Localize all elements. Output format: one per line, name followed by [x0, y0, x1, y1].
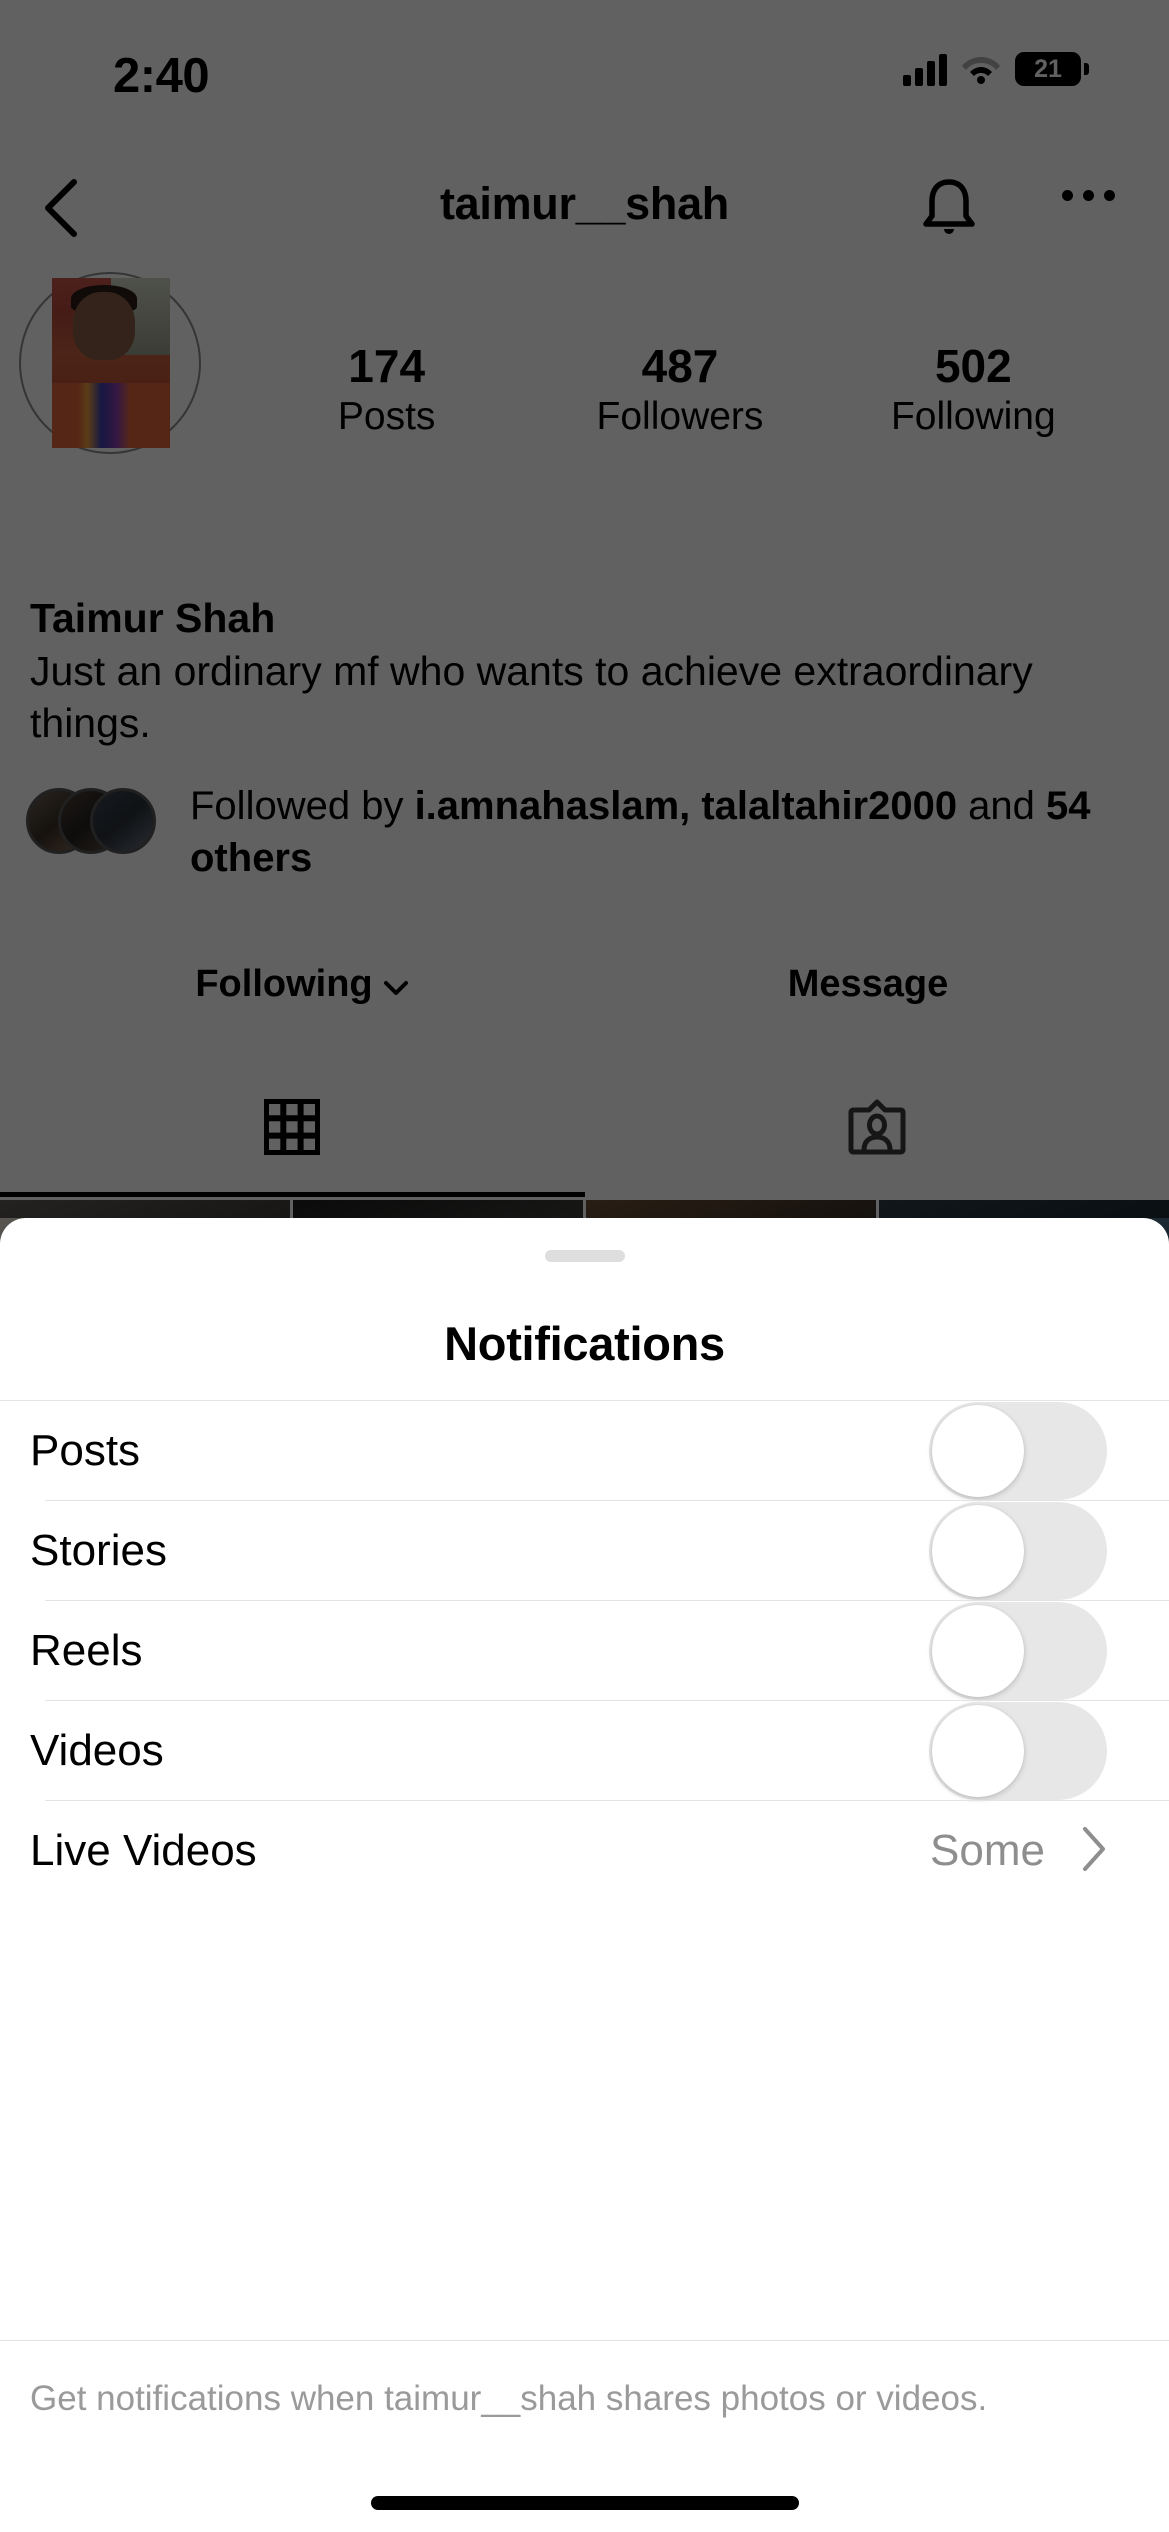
followed-by-row[interactable]: Followed by i.amnahaslam, talaltahir2000… — [26, 780, 1146, 884]
stat-followers-value: 487 — [641, 340, 719, 392]
profile-stats: 174 Posts 487 Followers 502 Following — [240, 340, 1120, 442]
footer-divider — [0, 2340, 1169, 2341]
reels-toggle[interactable] — [929, 1602, 1107, 1700]
row-live-videos-value: Some — [930, 1826, 1045, 1875]
notification-settings-list: Posts Stories Reels Videos Live Videos S… — [0, 1401, 1169, 1901]
bell-icon[interactable] — [913, 172, 985, 244]
stat-following-value: 502 — [934, 340, 1012, 392]
profile-tab-bar — [0, 1075, 1169, 1183]
grid-tab[interactable] — [0, 1075, 585, 1183]
status-time: 2:40 — [113, 49, 210, 103]
row-videos[interactable]: Videos — [0, 1701, 1169, 1801]
sheet-title: Notifications — [444, 1317, 725, 1370]
phone-screen: 2:40 21 taimur__shah 174 Posts 487 Follo… — [0, 0, 1169, 2532]
row-live-videos-label: Live Videos — [30, 1826, 257, 1875]
status-icons: 21 — [903, 52, 1089, 86]
status-bar: 2:40 21 — [0, 0, 1169, 135]
active-tab-underline — [0, 1192, 585, 1197]
row-live-videos[interactable]: Live Videos Some — [0, 1801, 1169, 1901]
ellipsis-icon[interactable] — [1062, 190, 1115, 201]
battery-icon: 21 — [1015, 52, 1089, 86]
followed-by-names: i.amnahaslam, talaltahir2000 — [414, 784, 958, 828]
cellular-signal-icon — [903, 52, 947, 86]
row-reels-label: Reels — [30, 1626, 143, 1675]
followed-by-prefix: Followed by — [190, 784, 415, 828]
stat-followers[interactable]: 487 Followers — [533, 340, 826, 442]
stat-posts-value: 174 — [348, 340, 426, 392]
row-reels[interactable]: Reels — [0, 1601, 1169, 1701]
mutual-avatars — [26, 788, 156, 858]
stat-posts-label: Posts — [337, 394, 436, 438]
stories-toggle[interactable] — [929, 1502, 1107, 1600]
bio-text: Just an ordinary mf who wants to achieve… — [30, 648, 1033, 747]
toggle-knob — [932, 1605, 1024, 1697]
toggle-knob — [932, 1505, 1024, 1597]
followed-by-middle: and — [957, 784, 1047, 828]
following-button[interactable]: Following — [30, 945, 574, 1023]
page-title: taimur__shah — [439, 178, 729, 229]
mutual-avatar — [90, 788, 156, 854]
row-stories[interactable]: Stories — [0, 1501, 1169, 1601]
message-button-label: Message — [787, 962, 949, 1005]
message-button[interactable]: Message — [596, 945, 1140, 1023]
stat-posts[interactable]: 174 Posts — [240, 340, 533, 442]
display-name: Taimur Shah — [30, 595, 276, 641]
avatar[interactable] — [52, 278, 170, 448]
wifi-icon — [961, 53, 1001, 85]
chevron-right-icon — [1079, 1824, 1109, 1879]
profile-nav-bar: taimur__shah — [0, 160, 1169, 260]
posts-toggle[interactable] — [929, 1402, 1107, 1500]
home-indicator[interactable] — [370, 2496, 799, 2510]
row-posts-label: Posts — [30, 1426, 141, 1475]
row-posts[interactable]: Posts — [0, 1401, 1169, 1501]
grid-icon — [263, 1097, 322, 1160]
sheet-footer-text: Get notifications when taimur__shah shar… — [30, 2379, 988, 2418]
notifications-sheet: Notifications Posts Stories Reels Videos… — [0, 1218, 1169, 2532]
followed-by-text: Followed by i.amnahaslam, talaltahir2000… — [154, 780, 1146, 884]
stat-followers-label: Followers — [596, 394, 764, 438]
stat-following[interactable]: 502 Following — [827, 340, 1120, 442]
row-stories-label: Stories — [30, 1526, 167, 1575]
drag-handle[interactable] — [544, 1250, 625, 1262]
toggle-knob — [932, 1705, 1024, 1797]
stat-following-label: Following — [890, 394, 1056, 438]
toggle-knob — [932, 1405, 1024, 1497]
battery-percent-label: 21 — [1034, 54, 1062, 83]
tagged-tab[interactable] — [585, 1075, 1169, 1183]
tagged-person-icon — [848, 1098, 906, 1161]
following-button-label: Following — [195, 962, 373, 1005]
chevron-down-icon — [383, 963, 409, 1006]
videos-toggle[interactable] — [929, 1702, 1107, 1800]
profile-action-row: Following Message — [30, 945, 1140, 1023]
row-videos-label: Videos — [30, 1726, 164, 1775]
